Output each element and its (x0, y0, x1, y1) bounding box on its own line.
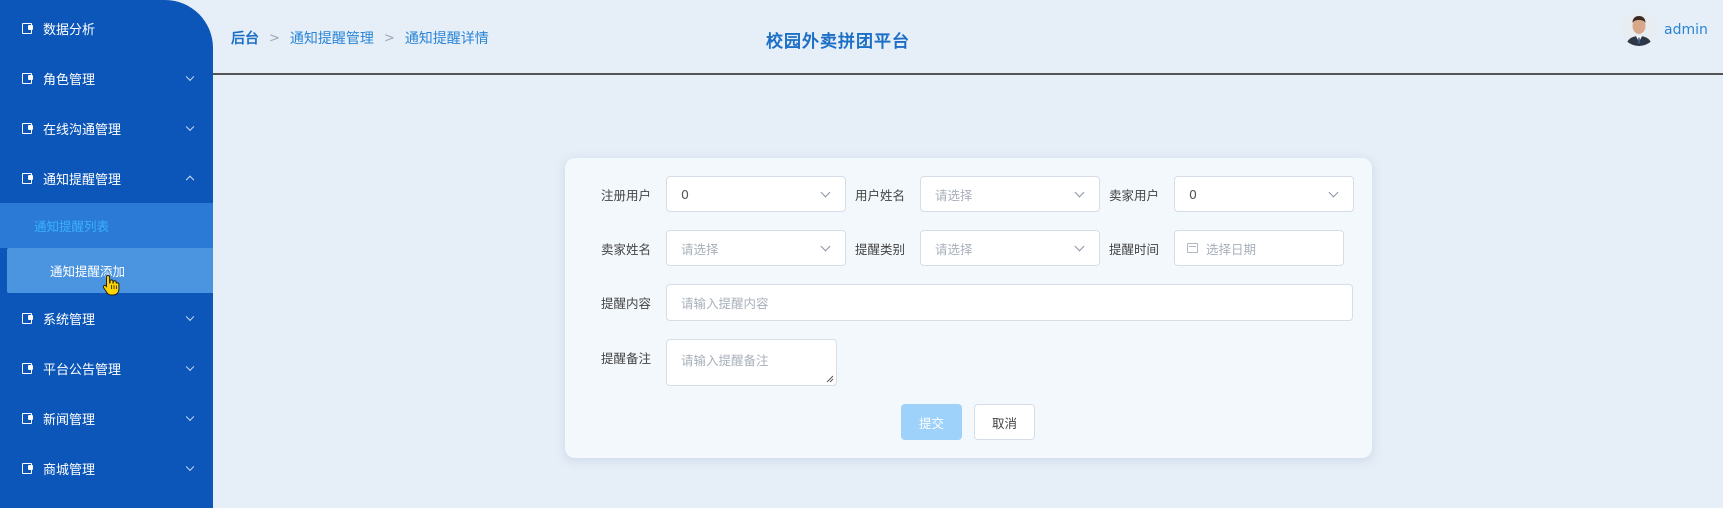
reminder-content-input[interactable]: 请输入提醒内容 (666, 284, 1353, 321)
chevron-down-icon (185, 312, 195, 322)
chevron-down-icon (185, 72, 195, 82)
sidebar-item-label: 平台公告管理 (43, 362, 122, 378)
sidebar-item-data-analysis[interactable]: 数据分析 (0, 3, 213, 53)
calendar-icon (1187, 243, 1198, 253)
reminder-content-label: 提醒内容 (601, 295, 652, 311)
sidebar-item-mall[interactable]: 商城管理 (0, 443, 213, 493)
chevron-down-icon (1074, 241, 1085, 252)
reminder-remark-label: 提醒备注 (601, 350, 652, 366)
reminder-time-date-picker[interactable]: 选择日期 (1174, 230, 1344, 266)
reminder-time-label: 提醒时间 (1109, 241, 1160, 257)
sidebar-subitem-label: 通知提醒列表 (34, 219, 110, 234)
sidebar-item-label: 在线沟通管理 (43, 122, 122, 138)
chevron-up-icon (185, 175, 195, 185)
seller-name-label: 卖家姓名 (601, 241, 652, 257)
chevron-down-icon (820, 187, 831, 198)
reminder-remark-placeholder: 请输入提醒备注 (681, 353, 769, 368)
seller-name-placeholder: 请选择 (681, 241, 719, 257)
header: 后台 > 通知提醒管理 > 通知提醒详情 校园外卖拼团平台 admin (213, 0, 1723, 75)
resize-handle-icon[interactable] (826, 375, 834, 383)
user-name-placeholder: 请选择 (935, 187, 973, 203)
seller-user-select[interactable]: 0 (1174, 176, 1354, 212)
menu-icon (22, 172, 36, 184)
chevron-down-icon (1074, 187, 1085, 198)
menu-icon (22, 122, 36, 134)
sidebar-item-system[interactable]: 系统管理 (0, 293, 213, 343)
sidebar-item-label: 通知提醒管理 (43, 172, 122, 188)
avatar[interactable] (1621, 10, 1657, 46)
sidebar: 数据分析 角色管理 在线沟通管理 通知提醒管理 通知提醒列表 通知提醒添加 系统… (0, 0, 213, 508)
reminder-type-placeholder: 请选择 (935, 241, 973, 257)
registered-user-value: 0 (681, 186, 689, 202)
avatar-image (1621, 10, 1657, 46)
submit-button[interactable]: 提交 (901, 404, 962, 440)
chevron-down-icon (185, 362, 195, 372)
sidebar-item-news[interactable]: 新闻管理 (0, 393, 213, 443)
sidebar-subitem-notification-list[interactable]: 通知提醒列表 (0, 203, 213, 248)
chevron-down-icon (185, 122, 195, 132)
form-card: 注册用户 0 用户姓名 请选择 卖家用户 0 卖家姓名 请选择 提醒类别 请选择… (565, 158, 1372, 458)
reminder-type-select[interactable]: 请选择 (920, 230, 1100, 266)
chevron-down-icon (820, 241, 831, 252)
seller-user-value: 0 (1189, 186, 1197, 202)
site-title-wrap: 校园外卖拼团平台 (213, 27, 1723, 52)
seller-name-select[interactable]: 请选择 (666, 230, 846, 266)
sidebar-item-label: 商城管理 (43, 462, 96, 478)
site-title: 校园外卖拼团平台 (766, 32, 910, 52)
sidebar-item-label: 角色管理 (43, 72, 96, 88)
cancel-button[interactable]: 取消 (974, 404, 1035, 440)
sidebar-item-online-chat[interactable]: 在线沟通管理 (0, 103, 213, 153)
seller-user-label: 卖家用户 (1109, 187, 1160, 203)
sidebar-item-announcements[interactable]: 平台公告管理 (0, 343, 213, 393)
sidebar-item-notification[interactable]: 通知提醒管理 (0, 153, 213, 203)
chevron-down-icon (185, 412, 195, 422)
user-name-label: 用户姓名 (855, 187, 906, 203)
reminder-content-placeholder: 请输入提醒内容 (681, 296, 769, 311)
sidebar-item-label: 新闻管理 (43, 412, 96, 428)
menu-icon (22, 462, 36, 474)
chevron-down-icon (185, 462, 195, 472)
menu-icon (22, 412, 36, 424)
menu-icon (22, 362, 36, 374)
menu-icon (22, 312, 36, 324)
user-name[interactable]: admin (1664, 22, 1708, 38)
user-name-select[interactable]: 请选择 (920, 176, 1100, 212)
menu-icon (22, 22, 36, 34)
sidebar-item-role-management[interactable]: 角色管理 (0, 53, 213, 103)
menu-icon (22, 72, 36, 84)
reminder-remark-textarea[interactable]: 请输入提醒备注 (666, 339, 837, 386)
chevron-down-icon (1328, 187, 1339, 198)
reminder-time-placeholder: 选择日期 (1206, 241, 1257, 257)
sidebar-item-label: 数据分析 (43, 22, 96, 38)
registered-user-label: 注册用户 (601, 187, 652, 203)
registered-user-select[interactable]: 0 (666, 176, 846, 212)
sidebar-item-label: 系统管理 (43, 312, 96, 328)
reminder-type-label: 提醒类别 (855, 241, 906, 257)
